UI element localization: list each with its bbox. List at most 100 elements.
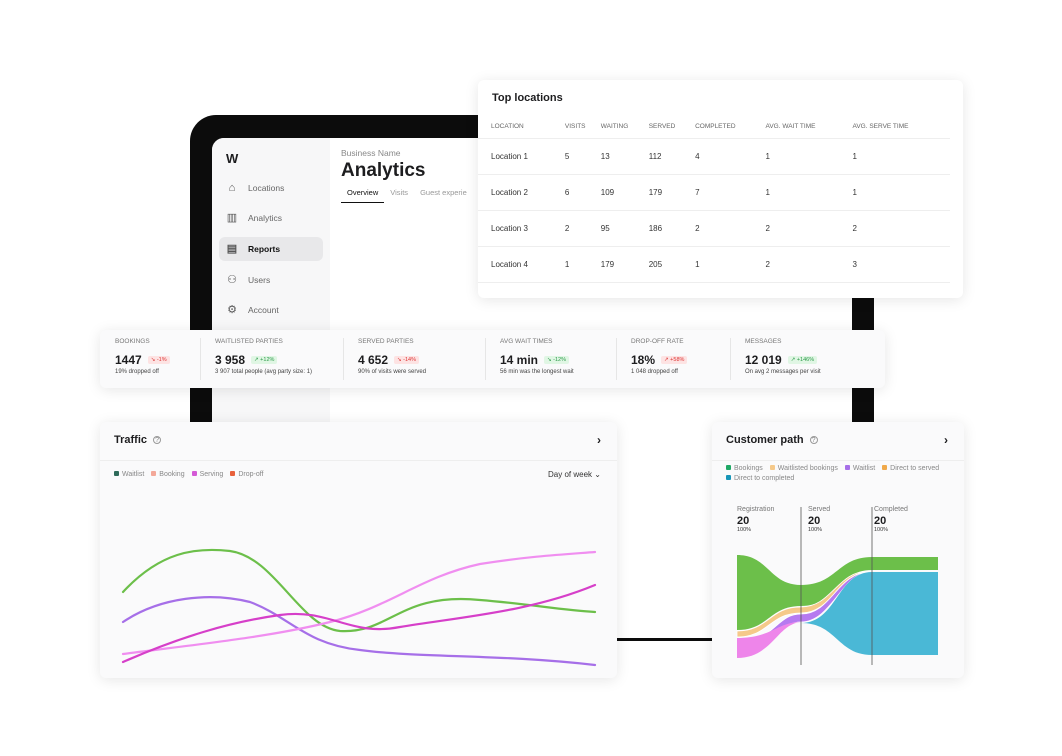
table-cell: 1 — [765, 174, 853, 211]
table-cell: 2 — [852, 210, 950, 247]
table-cell: 4 — [695, 138, 766, 175]
stat-avg-wait-times: AVG WAIT TIMES 14 min ↘ -12% 56 min was the… — [485, 330, 616, 388]
trend-up-icon: ↗ — [790, 357, 796, 363]
stat-subtext: 56 min was the longest wait — [500, 369, 574, 375]
legend-item: Waitlisted bookings — [769, 465, 838, 472]
store-icon: ⌂ — [228, 182, 236, 194]
stat-label: MESSAGES — [745, 338, 782, 345]
stat-value: 3 958 — [215, 353, 246, 367]
bar-chart-icon: ▥ — [226, 212, 238, 224]
business-name: Business Name — [341, 148, 401, 158]
table-cell: 6 — [564, 174, 601, 211]
legend-item: Direct to completed — [726, 475, 794, 482]
column-header[interactable]: SERVED — [648, 116, 696, 139]
trend-badge: ↘ -12% — [544, 356, 569, 364]
table-row[interactable]: Location 2 6 109 179 7 1 1 — [478, 174, 950, 211]
stat-label: WAITLISTED PARTIES — [215, 338, 283, 345]
table-row[interactable]: Location 1 5 13 112 4 1 1 — [478, 138, 950, 175]
column-header[interactable]: AVG. WAIT TIME — [765, 116, 853, 139]
sankey-diagram — [736, 507, 938, 665]
customer-path-card: Customer path? › Bookings Waitlisted book… — [712, 422, 964, 678]
stat-messages: MESSAGES 12 019 ↗ +146% On avg 2 messages p… — [730, 330, 870, 388]
trend-down-icon: ↘ — [397, 357, 402, 363]
sidebar-item-analytics[interactable]: ▥ Analytics — [219, 206, 323, 230]
sidebar-item-label: Locations — [248, 183, 285, 193]
chevron-right-icon[interactable]: › — [944, 433, 948, 447]
column-header[interactable]: LOCATION — [478, 116, 565, 139]
table-cell: 205 — [648, 246, 696, 283]
users-icon: ⚇ — [227, 274, 237, 286]
sidebar-item-reports[interactable]: ▤ Reports — [219, 237, 323, 261]
table-cell: Location 4 — [478, 246, 565, 283]
stat-subtext: On avg 2 messages per visit — [745, 369, 821, 375]
stat-label: DROP-OFF RATE — [631, 338, 684, 345]
top-locations-card: Top locations LOCATION VISITS WAITING SERVE… — [478, 80, 963, 298]
sidebar-item-locations[interactable]: ⌂ Locations — [219, 176, 323, 200]
trend-up-icon: ↗ — [664, 357, 669, 363]
legend-item: Waitlist — [844, 465, 875, 472]
sidebar-item-account[interactable]: ⚙ Account — [219, 298, 323, 322]
trend-badge: ↗ +146% — [787, 356, 818, 364]
table-cell: 5 — [564, 138, 601, 175]
table-cell: 7 — [695, 174, 766, 211]
table-cell: Location 1 — [478, 138, 565, 175]
sidebar-item-label: Users — [248, 275, 271, 285]
table-cell: 2 — [564, 210, 601, 247]
table-cell: 1 — [852, 138, 950, 175]
column-header[interactable]: WAITING — [600, 116, 649, 139]
sidebar-item-label: Reports — [248, 244, 281, 254]
table-cell: Location 3 — [478, 210, 565, 247]
stat-subtext: 1 048 dropped off — [631, 369, 678, 375]
trend-badge: ↗ +12% — [251, 356, 278, 364]
logo: W — [226, 151, 239, 166]
trend-badge: ↗ +58% — [661, 356, 688, 364]
table-row[interactable]: Location 4 1 179 205 1 2 3 — [478, 246, 950, 283]
stat-subtext: 19% dropped off — [115, 369, 159, 375]
column-header[interactable]: AVG. SERVE TIME — [852, 116, 950, 139]
table-cell: 2 — [695, 210, 766, 247]
tab-guest-experience[interactable]: Guest experie — [414, 188, 473, 203]
stat-value: 18% — [631, 353, 656, 367]
top-locations-table: LOCATION VISITS WAITING SERVED COMPLETED AVG.… — [478, 116, 950, 283]
divider — [712, 460, 964, 461]
stat-value: 4 652 — [358, 353, 389, 367]
sidebar-item-users[interactable]: ⚇ Users — [219, 268, 323, 292]
trend-down-icon: ↘ — [150, 357, 156, 363]
page-title: Analytics — [341, 160, 426, 181]
trend-badge: ↘ -1% — [147, 356, 170, 364]
table-cell: 2 — [765, 210, 853, 247]
table-cell: 186 — [648, 210, 696, 247]
stat-value: 14 min — [500, 353, 539, 367]
column-header[interactable]: COMPLETED — [695, 116, 766, 139]
stat-subtext: 90% of visits were served — [358, 369, 427, 375]
customer-path-legend: Bookings Waitlisted bookings Waitlist Direc… — [726, 465, 951, 482]
sidebar-item-label: Account — [248, 305, 279, 315]
stat-label: SERVED PARTIES — [358, 338, 414, 345]
tab-overview[interactable]: Overview — [341, 188, 385, 203]
table-row[interactable]: Location 3 2 95 186 2 2 2 — [478, 210, 950, 247]
card-title: Customer path — [726, 434, 804, 446]
table-cell: 3 — [852, 246, 950, 283]
traffic-card: Traffic? › Waitlist Booking Serving Drop-of… — [100, 422, 617, 678]
help-icon[interactable]: ? — [809, 436, 818, 444]
table-cell: 1 — [765, 138, 853, 175]
stat-label: BOOKINGS — [115, 338, 150, 345]
stage-completed: Completed 20 100% — [874, 506, 908, 533]
stat-value: 12 019 — [745, 353, 782, 367]
legend-item: Direct to served — [882, 465, 939, 472]
table-cell: 1 — [564, 246, 601, 283]
table-cell: 179 — [648, 174, 696, 211]
stage-registration: Registration 20 100% — [737, 506, 775, 533]
stat-waitlisted-parties: WAITLISTED PARTIES 3 958 ↗ +12% 3 907 total… — [200, 330, 343, 388]
stat-bookings: BOOKINGS 1447 ↘ -1% 19% dropped off — [100, 330, 200, 388]
stat-served-parties: SERVED PARTIES 4 652 ↘ -14% 90% of visits w… — [343, 330, 485, 388]
table-cell: 112 — [648, 138, 696, 175]
trend-down-icon: ↘ — [547, 357, 552, 363]
series-line-3 — [121, 550, 597, 656]
document-icon: ▤ — [226, 243, 238, 255]
column-header[interactable]: VISITS — [564, 116, 601, 139]
tab-visits[interactable]: Visits — [384, 188, 414, 203]
table-cell: Location 2 — [478, 174, 565, 211]
legend-item: Bookings — [726, 465, 763, 472]
table-cell: 95 — [600, 210, 649, 247]
